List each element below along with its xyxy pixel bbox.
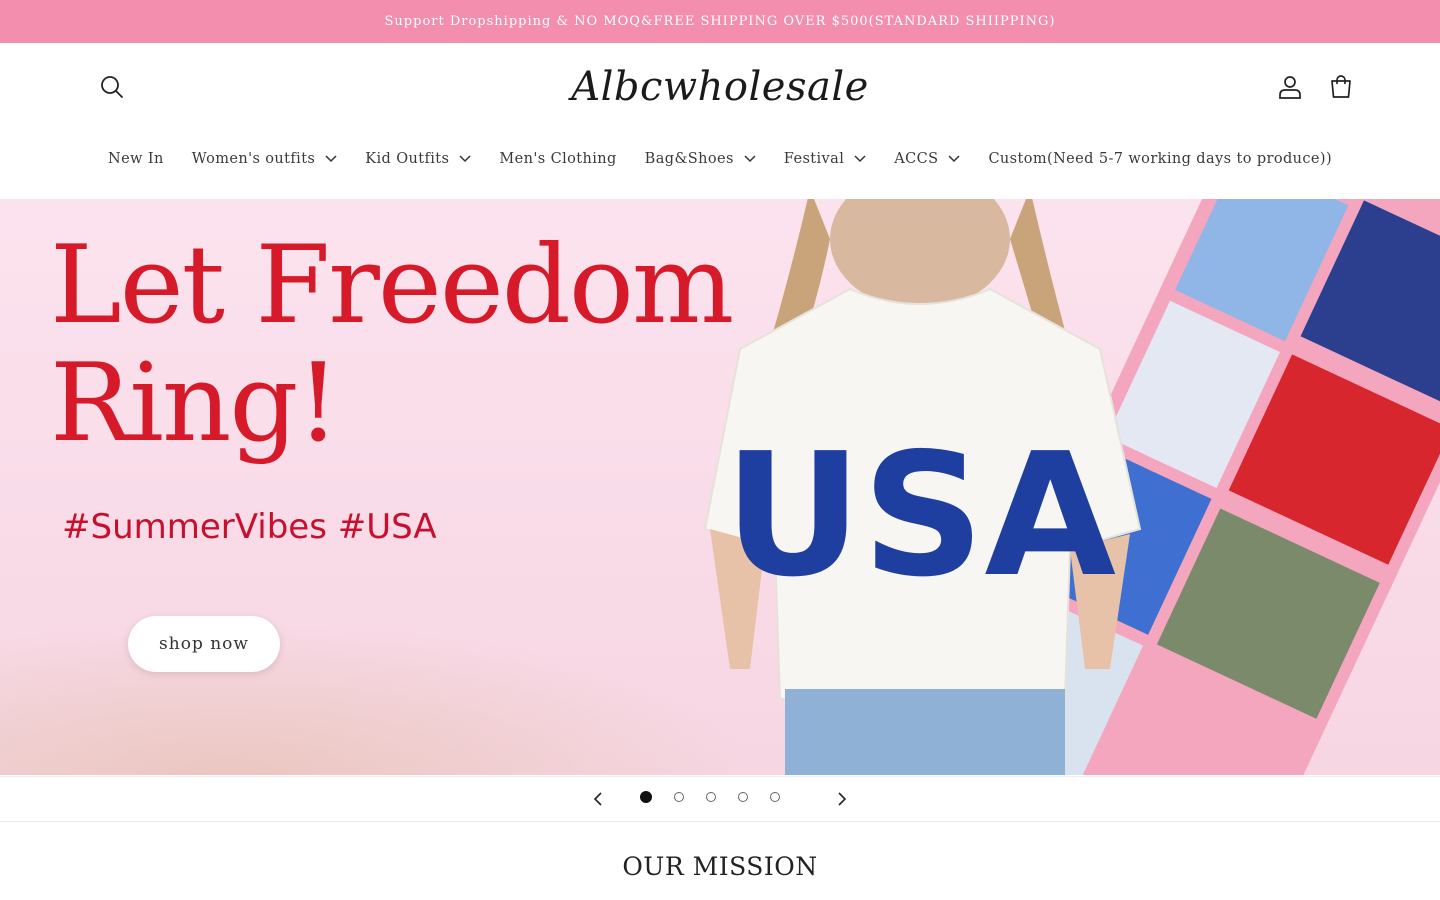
slide-dots xyxy=(640,791,780,803)
site-logo[interactable]: Albcwholesale xyxy=(560,57,880,117)
nav-item-label: New In xyxy=(107,151,164,167)
announcement-text: Support Dropshipping & NO MOQ&FREE SHIPP… xyxy=(384,14,1056,29)
nav-item-new-in[interactable]: New In xyxy=(108,151,164,167)
hero-banner[interactable]: USA Let Freedom Ring! #SummerVibes #USA … xyxy=(0,199,1440,775)
slideshow-controls xyxy=(0,776,1440,822)
chevron-down-icon xyxy=(325,155,337,163)
glitter-decoration xyxy=(0,619,760,775)
nav-item-label: Kid Outfits xyxy=(365,151,450,167)
nav-item-label: ACCS xyxy=(894,151,939,167)
announcement-bar: Support Dropshipping & NO MOQ&FREE SHIPP… xyxy=(0,0,1440,43)
hero-photo: USA xyxy=(703,199,1440,775)
nav-item-label: Women's outfits xyxy=(191,151,316,167)
nav-item-custom[interactable]: Custom(Need 5-7 working days to produce)… xyxy=(988,151,1332,167)
chevron-down-icon xyxy=(948,155,960,163)
cart-icon xyxy=(1331,75,1351,98)
nav-item-label: Bag&Shoes xyxy=(644,151,734,167)
chevron-right-icon xyxy=(838,792,847,806)
slide-dot-3[interactable] xyxy=(706,792,716,802)
chevron-down-icon xyxy=(854,155,866,163)
nav-item-accs[interactable]: ACCS xyxy=(894,151,960,167)
slide-dot-5[interactable] xyxy=(770,792,780,802)
slide-dot-4[interactable] xyxy=(738,792,748,802)
nav-item-mens-clothing[interactable]: Men's Clothing xyxy=(499,151,616,167)
account-icon xyxy=(1279,76,1301,99)
nav-item-womens-outfits[interactable]: Women's outfits xyxy=(192,151,338,167)
previous-slide-button[interactable] xyxy=(586,787,610,811)
next-slide-button[interactable] xyxy=(830,787,854,811)
search-button[interactable] xyxy=(94,69,130,105)
main-nav: New In Women's outfits Kid Outfits Men's… xyxy=(0,139,1440,179)
slide-dot-1[interactable] xyxy=(640,791,652,803)
slide-dot-2[interactable] xyxy=(674,792,684,802)
chevron-down-icon xyxy=(744,155,756,163)
hero-title-line2: Ring! xyxy=(50,341,340,466)
shop-now-button[interactable]: shop now xyxy=(128,616,280,672)
nav-item-kid-outfits[interactable]: Kid Outfits xyxy=(365,151,471,167)
nav-item-bag-shoes[interactable]: Bag&Shoes xyxy=(645,151,756,167)
mission-heading: OUR MISSION xyxy=(622,852,818,881)
search-icon xyxy=(101,76,123,98)
chevron-down-icon xyxy=(459,155,471,163)
hero-hashtags: #SummerVibes #USA xyxy=(62,507,437,547)
cart-button[interactable] xyxy=(1323,69,1359,105)
shirt-text: USA xyxy=(724,417,1116,615)
nav-item-label: Festival xyxy=(783,151,845,167)
nav-item-label: Custom(Need 5-7 working days to produce)… xyxy=(988,151,1333,167)
hero-title: Let Freedom Ring! xyxy=(50,227,770,463)
hero-title-line1: Let Freedom xyxy=(50,223,734,348)
site-header: Albcwholesale New In Women's outfits Kid… xyxy=(0,43,1440,199)
nav-item-festival[interactable]: Festival xyxy=(784,151,866,167)
nav-item-label: Men's Clothing xyxy=(499,151,617,167)
chevron-left-icon xyxy=(593,792,602,806)
account-button[interactable] xyxy=(1272,69,1308,105)
